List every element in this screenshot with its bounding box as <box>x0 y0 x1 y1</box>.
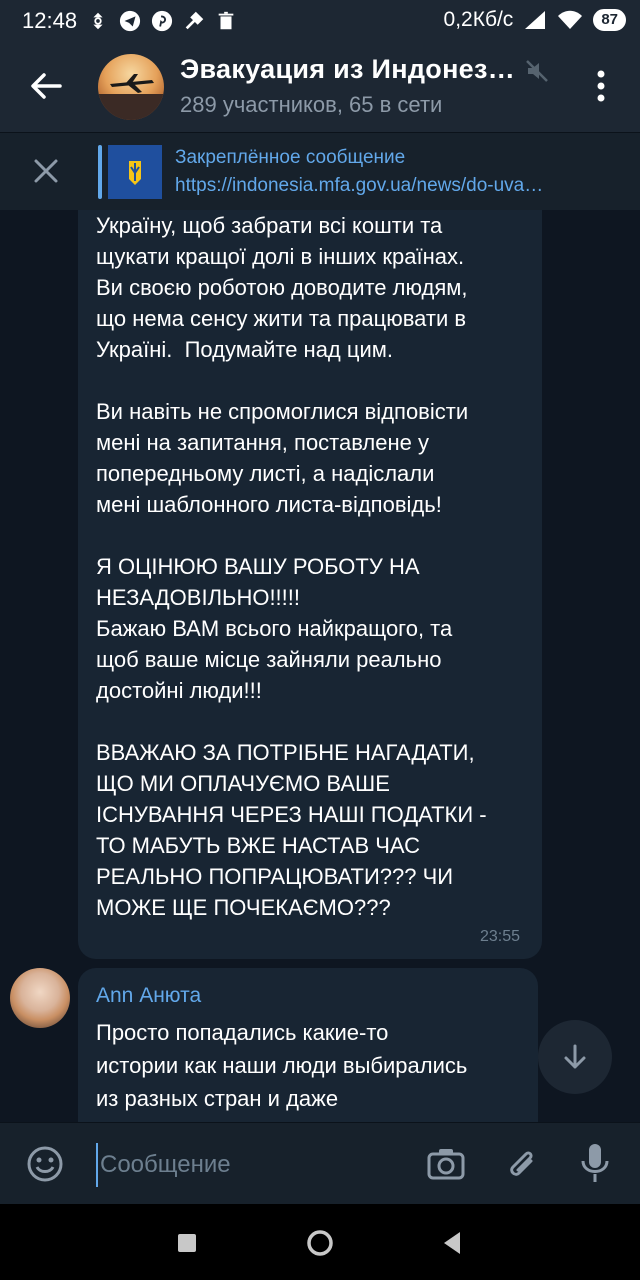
chat-title[interactable]: Эвакуация из Индонез… <box>180 54 520 85</box>
pinned-accent-bar <box>98 145 102 199</box>
message-time: 23:55 <box>480 928 521 945</box>
mute-icon <box>526 60 548 82</box>
trash-icon <box>218 11 234 30</box>
chat-subtitle: 289 участников, 65 в сети <box>180 92 443 117</box>
battery-icon: 87 <box>593 9 626 31</box>
more-vert-icon[interactable] <box>586 66 616 106</box>
message-input[interactable] <box>96 1143 402 1187</box>
nav-back-icon[interactable] <box>440 1230 464 1256</box>
telegram-icon <box>119 10 141 32</box>
airplane-icon <box>98 74 164 120</box>
message-text: Просто попадались какие-то истории как н… <box>96 1020 468 1111</box>
camera-icon[interactable] <box>426 1145 466 1183</box>
emoji-icon[interactable] <box>26 1145 64 1183</box>
signal-icon <box>525 11 546 29</box>
sync-icon <box>93 12 103 30</box>
system-nav-bar <box>0 1204 640 1280</box>
scroll-down-button[interactable] <box>538 1020 612 1094</box>
chat-area[interactable]: Україну, щоб забрати всі кошти та щукати… <box>0 210 640 1122</box>
close-icon[interactable] <box>30 155 62 187</box>
wifi-icon <box>558 10 583 29</box>
arrow-down-icon <box>564 1044 586 1069</box>
pinned-link[interactable]: https://indonesia.mfa.gov.ua/news/do-uva… <box>175 175 600 197</box>
pinned-title: Закреплённое сообщение <box>175 147 406 168</box>
pinned-message[interactable]: Закреплённое сообщение https://indonesia… <box>0 132 640 211</box>
group-avatar[interactable] <box>98 54 164 120</box>
user-avatar[interactable] <box>10 968 70 1028</box>
back-arrow-icon[interactable] <box>22 62 70 110</box>
recents-icon[interactable] <box>178 1234 196 1252</box>
status-bar: 12:48 0,2Кб/с 87 <box>0 0 640 40</box>
chat-header: Эвакуация из Индонез… 289 участников, 65… <box>0 40 640 132</box>
mic-icon[interactable] <box>580 1141 610 1185</box>
network-speed: 0,2Кб/с <box>443 8 514 31</box>
message-sender[interactable]: Ann Анюта <box>96 984 201 1008</box>
status-time: 12:48 <box>22 8 78 33</box>
attach-icon[interactable] <box>504 1143 540 1183</box>
message-composer <box>0 1122 640 1205</box>
tools-icon <box>185 11 204 30</box>
message-text: Україну, щоб забрати всі кошти та щукати… <box>96 213 487 920</box>
home-icon[interactable] <box>306 1229 334 1257</box>
ukraine-emblem-icon <box>108 145 162 199</box>
pinterest-icon <box>151 10 173 32</box>
